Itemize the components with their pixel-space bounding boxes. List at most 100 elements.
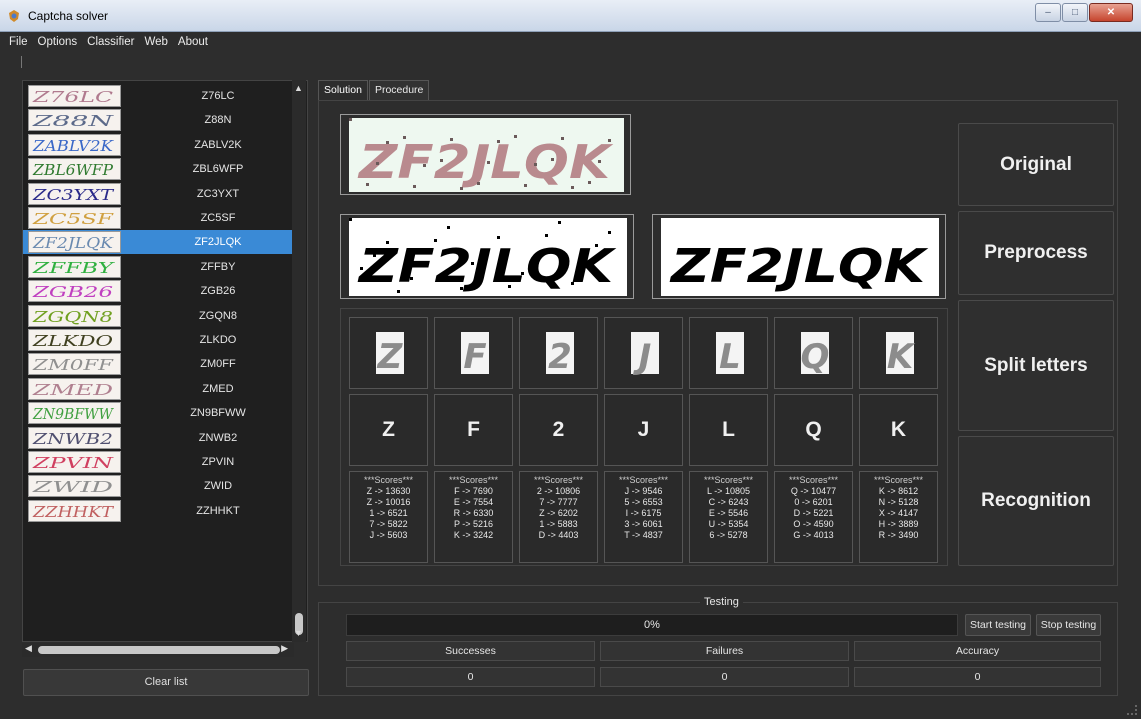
captcha-list-label: ZC5SF <box>200 212 236 224</box>
captcha-thumbnail-text: ZFFBY <box>31 259 116 277</box>
captcha-list-label: ZM0FF <box>200 358 236 371</box>
score-line: 6 -> 5278 <box>709 530 748 540</box>
letter-image-glyph: 2 <box>548 337 572 376</box>
horizontal-scroll-thumb[interactable] <box>38 646 280 654</box>
preprocess-button[interactable]: Preprocess <box>958 211 1114 295</box>
scores-title: ***Scores*** <box>873 475 924 485</box>
menu-options[interactable]: Options <box>33 32 83 54</box>
score-line: I -> 6175 <box>625 508 662 518</box>
score-line: R -> 3490 <box>878 530 919 540</box>
letter-scores: ***Scores*** F -> 7690 E -> 7554 R -> 6330 P… <box>434 471 513 563</box>
letter-scores: ***Scores*** J -> 9546 5 -> 6553 I -> 6175 3… <box>604 471 683 563</box>
letter-image-glyph: K <box>887 337 916 376</box>
accuracy-value: 0 <box>854 667 1101 687</box>
start-testing-button[interactable]: Start testing <box>965 614 1031 636</box>
original-button[interactable]: Original <box>958 123 1114 206</box>
menu-about[interactable]: About <box>173 32 213 54</box>
captcha-list-item[interactable]: ZFFBY ZFFBY <box>23 255 295 279</box>
captcha-list-item[interactable]: ZLKDO ZLKDO <box>23 328 295 352</box>
original-image-frame: ZF2JLQK <box>340 114 631 195</box>
captcha-list-item[interactable]: ZN9BFWW ZN9BFWW <box>23 401 295 425</box>
recognized-letter: J <box>604 394 683 466</box>
score-line: Z -> 6202 <box>539 508 578 518</box>
captcha-list-item[interactable]: ZC5SF ZC5SF <box>23 206 295 230</box>
captcha-list-label: ZZHHKT <box>196 504 240 517</box>
captcha-list-item[interactable]: ZWID ZWID <box>23 474 295 498</box>
testing-progress-bar: 0% <box>346 614 958 636</box>
score-line: 0 -> 6201 <box>794 497 833 507</box>
successes-value: 0 <box>346 667 595 687</box>
score-line: 7 -> 7777 <box>539 497 578 507</box>
captcha-list-item[interactable]: ZMED ZMED <box>23 377 295 401</box>
menu-web[interactable]: Web <box>139 32 172 54</box>
captcha-list-item[interactable]: ZGB26 ZGB26 <box>23 279 295 303</box>
captcha-list-item[interactable]: Z76LC Z76LC <box>23 84 295 108</box>
scroll-down-icon[interactable]: ▼ <box>294 628 303 638</box>
close-icon[interactable]: ✕ <box>1089 3 1133 22</box>
preprocessed-noisy-frame: ZF2JLQK <box>340 214 634 299</box>
scroll-left-icon[interactable]: ◀ <box>25 643 32 654</box>
stop-testing-button[interactable]: Stop testing <box>1036 614 1101 636</box>
successes-header: Successes <box>346 641 595 661</box>
score-line: D -> 5221 <box>793 508 834 518</box>
scores-title: ***Scores*** <box>618 475 669 485</box>
captcha-thumbnail-text: ZGB26 <box>31 283 113 301</box>
menu-bar: File Options Classifier Web About <box>0 32 1141 54</box>
score-line: L -> 10805 <box>707 486 750 496</box>
scroll-up-icon[interactable]: ▲ <box>294 83 303 93</box>
letter-scores: ***Scores*** K -> 8612 N -> 5128 X -> 4147 H… <box>859 471 938 563</box>
captcha-list-item[interactable]: ZPVIN ZPVIN <box>23 450 295 474</box>
scores-title: ***Scores*** <box>788 475 839 485</box>
scores-title: ***Scores*** <box>703 475 754 485</box>
captcha-list-item[interactable]: ZABLV2K ZABLV2K <box>23 133 295 157</box>
captcha-list-item[interactable]: ZBL6WFP ZBL6WFP <box>23 157 295 181</box>
recognition-button[interactable]: Recognition <box>958 436 1114 566</box>
captcha-thumbnail-text: ZPVIN <box>31 454 114 472</box>
captcha-list-item[interactable]: ZNWB2 ZNWB2 <box>23 426 295 450</box>
captcha-thumbnail-text: ZZHHKT <box>32 503 114 521</box>
captcha-list-item[interactable]: ZM0FF ZM0FF <box>23 352 295 376</box>
resize-grip-icon[interactable] <box>1127 705 1137 715</box>
captcha-thumbnail: ZM0FF <box>28 353 121 376</box>
captcha-list-label: Z88N <box>204 114 232 127</box>
tab-procedure[interactable]: Procedure <box>368 80 430 100</box>
captcha-list-label: ZMED <box>202 382 234 395</box>
captcha-list-item[interactable]: ZF2JLQK ZF2JLQK <box>23 230 295 255</box>
score-line: Z -> 13630 <box>366 486 411 496</box>
menu-file[interactable]: File <box>4 32 33 54</box>
score-line: R -> 6330 <box>453 508 494 518</box>
captcha-thumbnail-text: ZNWB2 <box>32 430 113 448</box>
window-title: Captcha solver <box>28 9 109 23</box>
clear-list-button[interactable]: Clear list <box>23 669 309 696</box>
captcha-thumbnail-text: ZC3YXT <box>32 186 115 204</box>
recognized-letter: K <box>859 394 938 466</box>
captcha-list-item[interactable]: ZC3YXT ZC3YXT <box>23 182 295 206</box>
captcha-list-item[interactable]: Z88N Z88N <box>23 108 295 132</box>
captcha-list-label: ZC3YXT <box>196 187 240 200</box>
captcha-thumbnail: ZBL6WFP <box>28 158 121 181</box>
score-line: C -> 6243 <box>708 497 749 507</box>
split-letters-button[interactable]: Split letters <box>958 300 1114 431</box>
list-vertical-scrollbar[interactable]: ▲ ▼ <box>292 80 306 642</box>
letter-image: J <box>604 317 683 389</box>
captcha-thumbnail-text: ZLKDO <box>32 332 113 350</box>
list-horizontal-scrollbar[interactable]: ◀ ▶ <box>22 643 294 657</box>
scroll-right-icon[interactable]: ▶ <box>281 643 288 654</box>
captcha-list-label: ZWID <box>203 480 233 493</box>
menu-classifier[interactable]: Classifier <box>82 32 139 54</box>
captcha-thumbnail: ZC5SF <box>28 207 121 229</box>
captcha-list[interactable]: Z76LC Z76LC Z88N Z88N ZABLV2K ZABLV2K ZBL6WFP Z… <box>22 80 308 642</box>
tab-solution[interactable]: Solution <box>318 80 368 100</box>
tab-bar: Solution Procedure <box>318 80 430 100</box>
score-line: E -> 5546 <box>708 508 749 518</box>
scores-title: ***Scores*** <box>448 475 499 485</box>
captcha-thumbnail: ZFFBY <box>28 255 121 278</box>
captcha-list-item[interactable]: ZGQN8 ZGQN8 <box>23 304 295 328</box>
minimize-icon[interactable]: – <box>1035 3 1061 22</box>
recognized-letter: F <box>434 394 513 466</box>
captcha-list-label: ZFFBY <box>200 260 236 273</box>
maximize-icon[interactable]: □ <box>1062 3 1088 22</box>
letter-image-glyph: Q <box>801 337 830 376</box>
letter-image: Q <box>774 317 853 389</box>
captcha-list-item[interactable]: ZZHHKT ZZHHKT <box>23 499 295 523</box>
